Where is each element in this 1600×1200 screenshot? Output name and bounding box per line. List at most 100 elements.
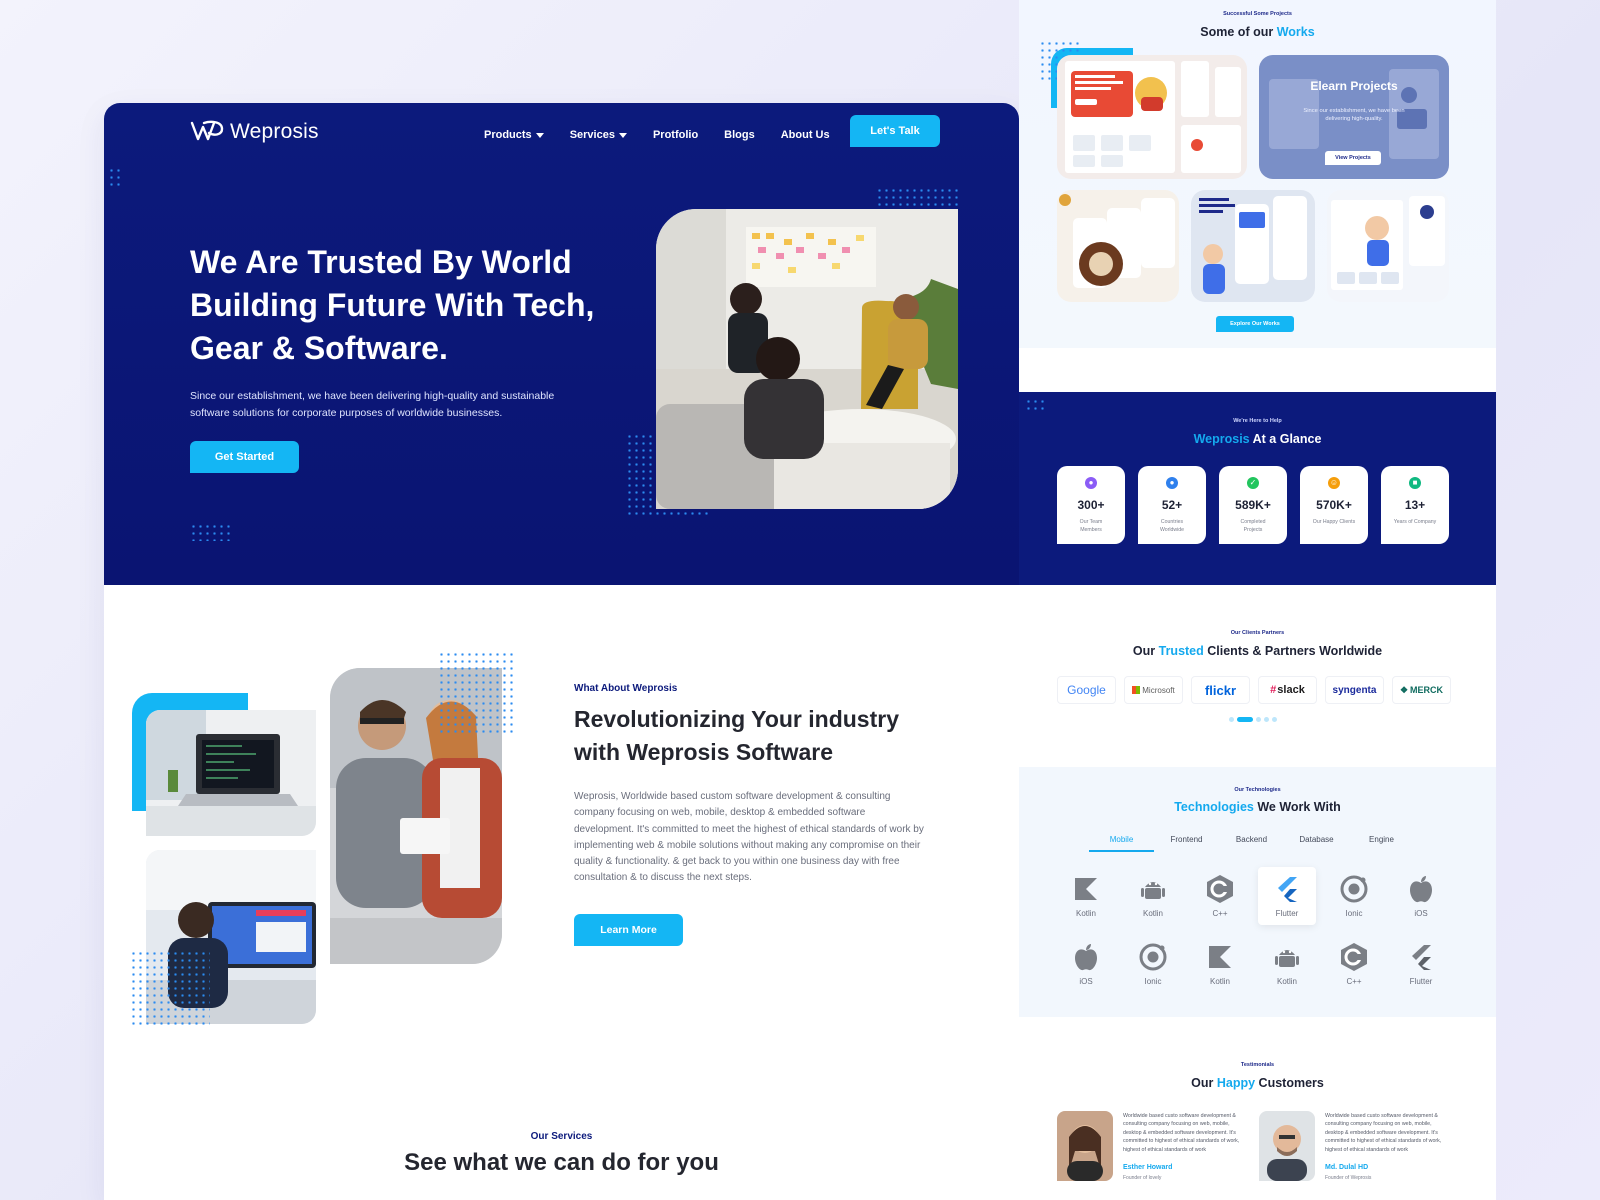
tech-ionic[interactable]: Ionic [1124,935,1182,993]
tech-kotlin[interactable]: Kotlin [1057,867,1115,925]
nav-services[interactable]: Services [570,129,627,141]
get-started-button[interactable]: Get Started [190,441,299,473]
pager-dot[interactable] [1229,717,1234,722]
secondary-page-preview: Successful Some Projects Some of our Wor… [1019,0,1496,1200]
tech-name: Kotlin [1075,909,1096,918]
tech-ionic[interactable]: Ionic [1325,867,1383,925]
pager-dot[interactable] [1256,717,1261,722]
cpp-icon [1204,873,1236,905]
ionic-icon [1338,873,1370,905]
partners-label: Our Clients Partners [1230,630,1285,636]
carousel-pager[interactable] [1229,717,1277,722]
stat-card-team: ● 300+ Our Team Members [1057,466,1125,544]
work-card-health[interactable] [1327,190,1449,302]
decor-dots [438,651,516,733]
calendar-icon: ■ [1409,477,1421,489]
tech-tabs: Mobile Frontend Backend Database Engine [1089,835,1414,852]
nav-portfolio[interactable]: Protfolio [653,129,698,141]
stat-value: 52+ [1161,498,1183,512]
work-card-doctor[interactable] [1191,190,1315,302]
partner-slack[interactable]: # slack [1258,676,1317,704]
laptop-photo [146,710,316,836]
partners-title: Our Trusted Clients & Partners Worldwide [1019,644,1496,658]
tech-title-accent: Technologies [1174,800,1254,814]
tech-name: Kotlin [1276,977,1297,986]
pager-dot[interactable] [1272,717,1277,722]
testimonials-label: Testimonials [1240,1062,1275,1068]
work-card-delivery[interactable] [1057,55,1247,179]
learn-more-button[interactable]: Learn More [574,914,683,946]
chevron-down-icon [535,132,544,138]
about-label: What About Weprosis [574,683,678,694]
services-title: See what we can do for you [404,1149,719,1176]
partner-microsoft[interactable]: Microsoft [1124,676,1183,704]
kotlin-icon [1070,873,1102,905]
main-page-preview: Weprosis Products Services Protfolio Blo… [104,103,1019,1200]
tech-kotlin[interactable]: Kotlin [1191,935,1249,993]
laptop-illustration [146,710,316,836]
technologies-section: Our Technologies Technologies We Work Wi… [1019,767,1496,1017]
nav-products[interactable]: Products [484,129,544,141]
tab-backend[interactable]: Backend [1219,835,1284,852]
works-title-prefix: Some of our [1200,25,1277,39]
chevron-down-icon [618,132,627,138]
hero-title: We Are Trusted By World Building Future … [190,244,595,366]
work-card-food[interactable] [1057,190,1179,302]
nav-about[interactable]: About Us [781,129,830,141]
tab-mobile[interactable]: Mobile [1089,835,1154,852]
team-icon: ● [1085,477,1097,489]
tab-database[interactable]: Database [1284,835,1349,852]
partner-logos: Google Microsoft flickr # slack syngenta … [1057,676,1451,704]
partner-google[interactable]: Google [1057,676,1116,704]
stat-label: Countries Worldwide [1159,519,1185,533]
view-projects-button[interactable]: View Projects [1325,151,1381,165]
works-title: Some of our Works [1019,25,1496,39]
works-label: Successful Some Projects [1223,11,1292,17]
stat-label: Years of Company [1393,519,1437,525]
stat-card-years: ■ 13+ Years of Company [1381,466,1449,544]
tech-ios[interactable]: iOS [1057,935,1115,993]
tech-android[interactable]: Kotlin [1124,867,1182,925]
tech-name: Kotlin [1209,977,1230,986]
tech-android[interactable]: Kotlin [1258,935,1316,993]
testimonials-title-suffix: Customers [1255,1076,1324,1090]
partner-flickr[interactable]: flickr [1191,676,1250,704]
tech-title-suffix: We Work With [1253,800,1341,814]
tech-cpp[interactable]: C++ [1325,935,1383,993]
glance-title-accent: Weprosis [1193,432,1250,446]
nav-blogs[interactable]: Blogs [724,129,755,141]
tech-name: iOS [1079,977,1093,986]
pager-dot[interactable] [1264,717,1269,722]
tab-frontend[interactable]: Frontend [1154,835,1219,852]
logo[interactable]: Weprosis [190,119,319,145]
tech-name: C++ [1212,909,1228,918]
pager-dot-active[interactable] [1237,717,1253,722]
tech-flutter[interactable]: Flutter [1392,935,1450,993]
partner-syngenta[interactable]: syngenta [1325,676,1384,704]
tech-ios[interactable]: iOS [1392,867,1450,925]
flutter-icon [1271,873,1303,905]
main-nav: Products Services Protfolio Blogs About … [484,129,856,141]
stat-value: 300+ [1077,498,1105,512]
tech-title: Technologies We Work With [1019,800,1496,814]
food-app-thumbnail [1057,190,1179,302]
flutter-icon [1405,941,1437,973]
hero-subtitle: Since our establishment, we have been de… [190,390,555,419]
nav-products-label: Products [484,129,532,141]
tech-flutter[interactable]: Flutter [1258,867,1316,925]
tech-name: Kotlin [1142,909,1163,918]
partner-merck[interactable]: ❖ MERCK [1392,676,1451,704]
explore-works-button[interactable]: Explore Our Works [1216,316,1294,332]
nav-blogs-label: Blogs [724,129,755,141]
lets-talk-button[interactable]: Let's Talk [850,115,940,147]
tech-name: Flutter [1275,909,1299,918]
apple-icon [1070,941,1102,973]
elearn-text: Since our establishment, we have been de… [1303,108,1405,122]
partner-merck-label: MERCK [1410,685,1444,695]
testimonial-name: Esther Howard [1123,1164,1173,1171]
tab-engine[interactable]: Engine [1349,835,1414,852]
partners-title-prefix: Our [1132,644,1159,658]
tech-label: Our Technologies [1234,787,1281,793]
work-card-elearn[interactable]: Elearn Projects Since our establishment,… [1259,55,1449,179]
tech-cpp[interactable]: C++ [1191,867,1249,925]
